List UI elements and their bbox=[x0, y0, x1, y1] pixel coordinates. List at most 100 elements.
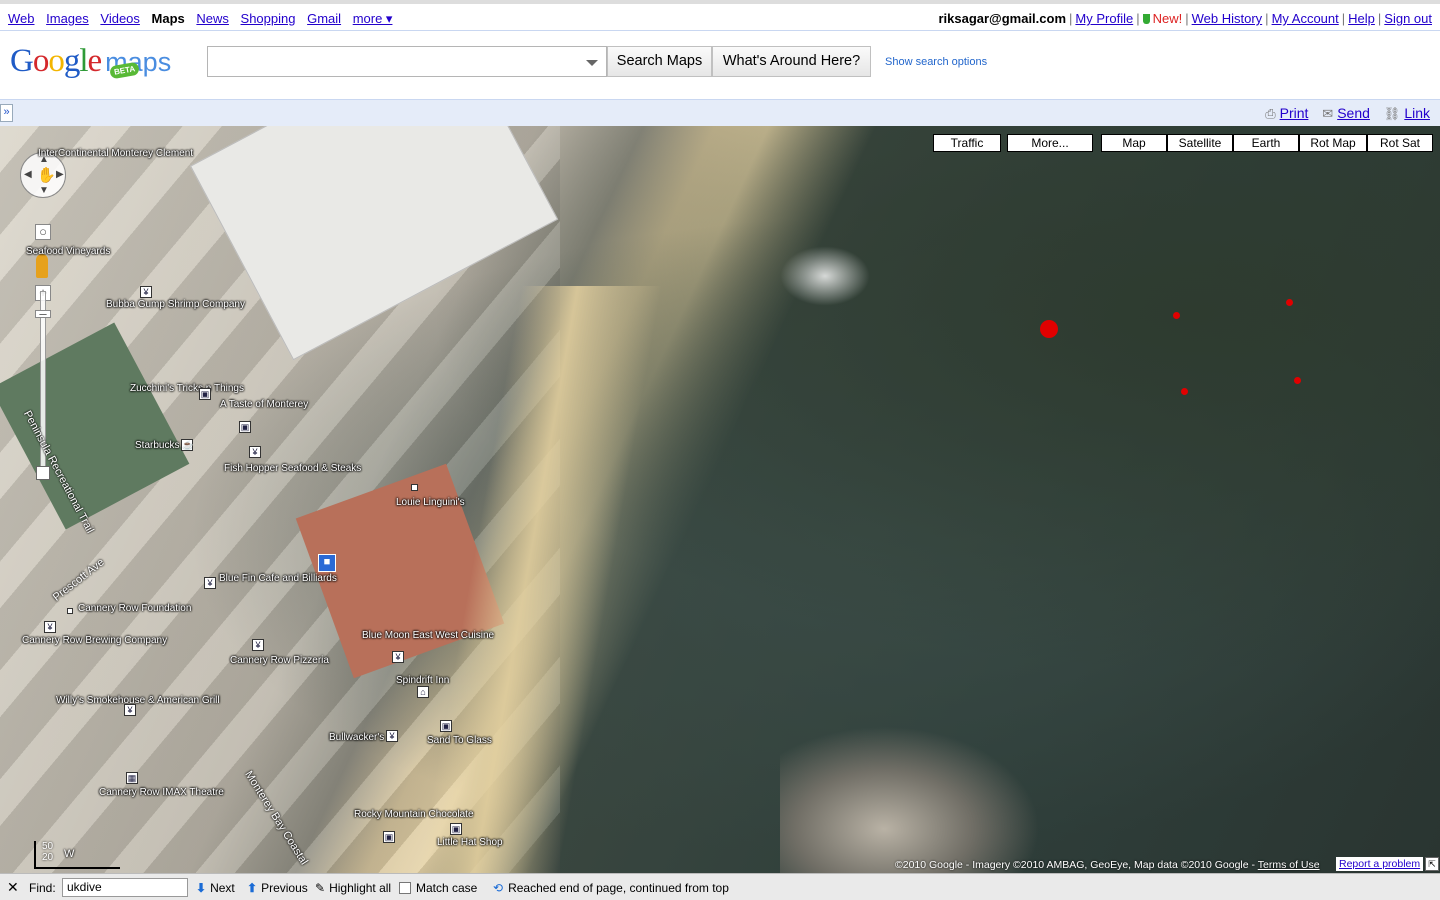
poi-label[interactable]: Rocky Mountain Chocolate bbox=[354, 809, 474, 820]
shopping-bag-icon[interactable]: ▣ bbox=[239, 421, 251, 433]
browser-find-bar: ✕ Find: ukdive ⬇ Next ⬆ Previous ✎ Highligh… bbox=[0, 873, 1440, 900]
hotel-bed-icon[interactable]: ⌂ bbox=[417, 686, 429, 698]
find-input[interactable]: ukdive bbox=[62, 878, 188, 897]
pan-left-icon[interactable]: ◀ bbox=[24, 169, 32, 180]
wrap-around-icon: ⟲ bbox=[493, 881, 504, 895]
coffee-cup-icon[interactable]: ☕ bbox=[181, 439, 193, 451]
nav-web[interactable]: Web bbox=[8, 11, 35, 26]
poi-label[interactable]: Bullwacker's bbox=[329, 732, 384, 743]
poi-label[interactable]: Cannery Row Foundation bbox=[78, 603, 191, 614]
poi-label[interactable]: Sand To Glass bbox=[427, 735, 492, 746]
web-history-link[interactable]: Web History bbox=[1192, 11, 1263, 26]
poi-label[interactable]: Seafood Vineyards bbox=[26, 246, 110, 257]
labs-flask-icon bbox=[1142, 14, 1150, 24]
poi-label[interactable]: Cannery Row IMAX Theatre bbox=[99, 787, 224, 798]
restaurant-icon[interactable]: ¥ bbox=[44, 621, 56, 633]
map-type-earth[interactable]: Earth bbox=[1233, 134, 1299, 152]
find-previous-button[interactable]: ⬆ Previous bbox=[247, 881, 308, 895]
map-type-more[interactable]: More... bbox=[1007, 134, 1093, 152]
restaurant-icon[interactable]: ¥ bbox=[140, 286, 152, 298]
link-link[interactable]: Link bbox=[1404, 105, 1430, 121]
result-marker[interactable] bbox=[1173, 312, 1180, 319]
poi-label[interactable]: Zucchini's Tricks n Things bbox=[130, 383, 244, 394]
search-history-dropdown-icon[interactable] bbox=[586, 60, 598, 66]
my-profile-link[interactable]: My Profile bbox=[1075, 11, 1133, 26]
shopping-bag-icon[interactable]: ▣ bbox=[199, 388, 211, 400]
resize-corner-icon[interactable]: ⇱ bbox=[1425, 857, 1439, 871]
nav-news[interactable]: News bbox=[196, 11, 229, 26]
place-dot-icon[interactable] bbox=[411, 484, 418, 491]
movie-film-icon[interactable]: ▦ bbox=[126, 772, 138, 784]
find-status: ⟲ Reached end of page, continued from top bbox=[493, 881, 729, 895]
highlight-all-button[interactable]: ✎ Highlight all bbox=[315, 881, 391, 895]
print-icon: ⎙ bbox=[1265, 106, 1276, 121]
poi-label[interactable]: Blue Fin Cafe and Billiards bbox=[219, 573, 337, 584]
match-case-checkbox[interactable]: Match case bbox=[399, 881, 477, 895]
restaurant-icon[interactable]: ¥ bbox=[249, 446, 261, 458]
result-marker[interactable] bbox=[1286, 299, 1293, 306]
poi-label[interactable]: Fish Hopper Seafood & Steaks bbox=[224, 463, 361, 474]
pan-right-icon[interactable]: ▶ bbox=[56, 169, 64, 180]
report-problem-link[interactable]: Report a problem bbox=[1336, 857, 1424, 871]
nav-images[interactable]: Images bbox=[46, 11, 89, 26]
zoom-level-notch[interactable]: – bbox=[35, 307, 51, 320]
google-maps-logo[interactable]: Google maps bbox=[10, 43, 171, 80]
find-label: Find: bbox=[29, 881, 56, 895]
search-input[interactable] bbox=[207, 46, 607, 77]
result-marker[interactable] bbox=[1181, 388, 1188, 395]
poi-label[interactable]: Little Hat Shop bbox=[437, 837, 503, 848]
poi-label[interactable]: Cannery Row Pizzeria bbox=[230, 655, 329, 666]
poi-label[interactable]: Blue Moon East West Cuisine bbox=[362, 630, 494, 641]
restaurant-icon[interactable]: ¥ bbox=[392, 651, 404, 663]
satellite-map[interactable]: Traffic More... Map Satellite Earth Rot … bbox=[0, 126, 1440, 873]
expand-panel-button[interactable]: » bbox=[0, 104, 13, 122]
my-account-link[interactable]: My Account bbox=[1272, 11, 1339, 26]
restaurant-icon[interactable]: ¥ bbox=[252, 639, 264, 651]
shopping-bag-icon[interactable]: ▣ bbox=[450, 823, 462, 835]
bus-stop-icon[interactable]: ■ bbox=[318, 554, 336, 572]
show-search-options-link[interactable]: Show search options bbox=[885, 56, 987, 68]
new-badge[interactable]: New! bbox=[1153, 11, 1183, 26]
map-type-map[interactable]: Map bbox=[1101, 134, 1167, 152]
pan-down-icon[interactable]: ▼ bbox=[39, 185, 49, 196]
restaurant-icon[interactable]: ¥ bbox=[124, 704, 136, 716]
search-maps-button[interactable]: Search Maps bbox=[607, 46, 712, 77]
nav-shopping[interactable]: Shopping bbox=[241, 11, 296, 26]
map-type-rot-sat[interactable]: Rot Sat bbox=[1367, 134, 1433, 152]
hand-icon: ✋ bbox=[37, 167, 56, 184]
poi-label[interactable]: Louie Linguini's bbox=[396, 497, 465, 508]
street-view-ring-icon[interactable]: ○ bbox=[35, 224, 51, 240]
poi-label[interactable]: Willy's Smokehouse & American Grill bbox=[56, 695, 220, 706]
place-dot-icon[interactable] bbox=[67, 608, 73, 614]
poi-label[interactable]: A Taste of Monterey bbox=[220, 399, 308, 410]
zoom-slider-knob[interactable] bbox=[36, 466, 50, 480]
nav-more[interactable]: more ▾ bbox=[353, 11, 393, 26]
result-marker[interactable] bbox=[1294, 377, 1301, 384]
restaurant-icon[interactable]: ¥ bbox=[386, 730, 398, 742]
envelope-icon: ✉ bbox=[1322, 106, 1334, 121]
nav-gmail[interactable]: Gmail bbox=[307, 11, 341, 26]
terms-of-use-link[interactable]: Terms of Use bbox=[1258, 859, 1320, 871]
map-type-rot-map[interactable]: Rot Map bbox=[1299, 134, 1367, 152]
poi-label[interactable]: Bubba Gump Shrimp Company bbox=[106, 299, 245, 310]
map-copyright: ©2010 Google - Imagery ©2010 AMBAG, GeoE… bbox=[895, 859, 1320, 871]
poi-label[interactable]: Cannery Row Brewing Company bbox=[22, 635, 167, 646]
find-next-button[interactable]: ⬇ Next bbox=[196, 881, 235, 895]
send-link[interactable]: Send bbox=[1337, 105, 1370, 121]
restaurant-icon[interactable]: ¥ bbox=[204, 577, 216, 589]
map-type-satellite[interactable]: Satellite bbox=[1167, 134, 1233, 152]
whats-around-here-button[interactable]: What's Around Here? bbox=[712, 46, 871, 77]
poi-label[interactable]: Starbucks bbox=[135, 440, 179, 451]
pegman-icon[interactable] bbox=[36, 254, 48, 278]
poi-label[interactable]: InterContinental Monterey Clement bbox=[38, 148, 193, 159]
sign-out-link[interactable]: Sign out bbox=[1384, 11, 1432, 26]
nav-videos[interactable]: Videos bbox=[100, 11, 140, 26]
help-link[interactable]: Help bbox=[1348, 11, 1375, 26]
result-marker[interactable] bbox=[1040, 320, 1058, 338]
poi-label[interactable]: Spindrift Inn bbox=[396, 675, 449, 686]
close-icon[interactable]: ✕ bbox=[7, 879, 19, 896]
map-type-traffic[interactable]: Traffic bbox=[933, 134, 1001, 152]
print-link[interactable]: Print bbox=[1280, 105, 1309, 121]
shopping-bag-icon[interactable]: ▣ bbox=[440, 720, 452, 732]
shopping-bag-icon[interactable]: ▣ bbox=[383, 831, 395, 843]
